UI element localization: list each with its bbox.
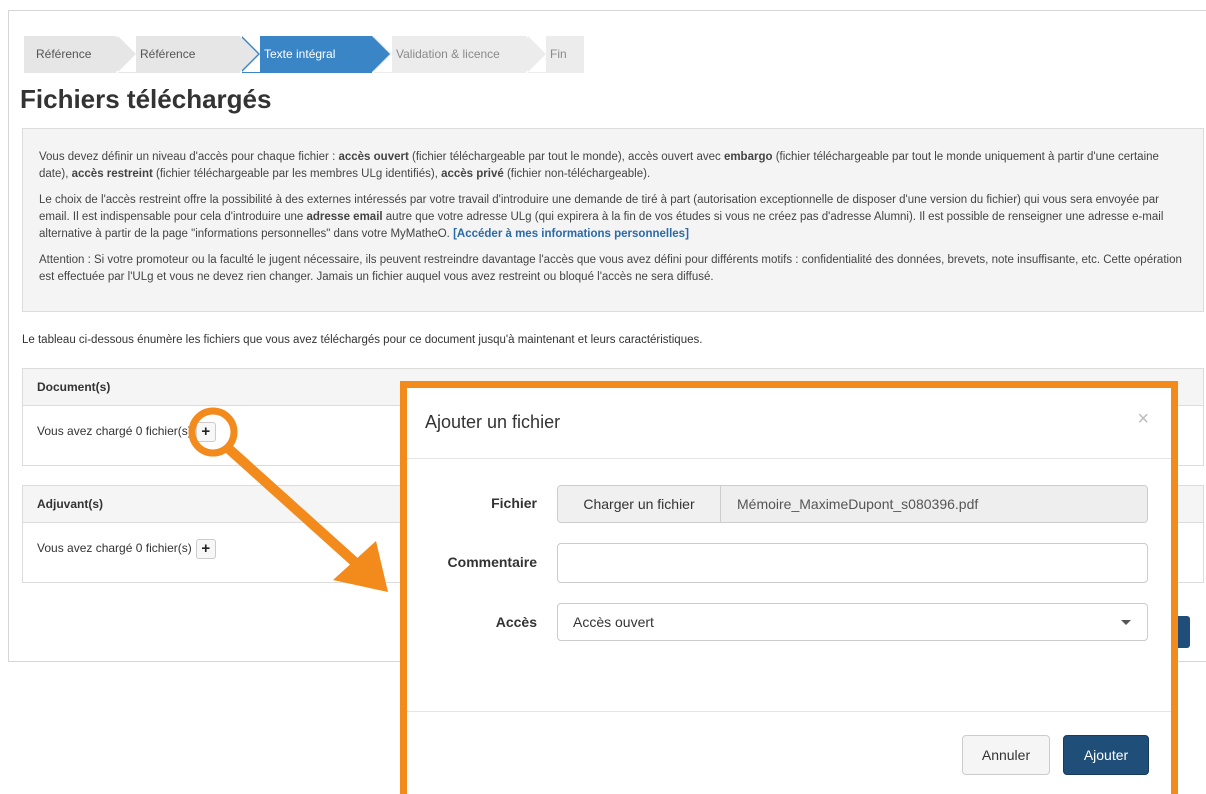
files-count-text: Vous avez chargé 0 fichier(s) [37, 541, 192, 555]
add-adjuvant-button[interactable]: + [195, 538, 216, 559]
text-bold: accès restreint [71, 168, 153, 180]
text-bold: accès ouvert [338, 151, 409, 163]
background-button[interactable] [1176, 616, 1190, 648]
files-count-text: Vous avez chargé 0 fichier(s) [37, 424, 192, 438]
info-box: Vous devez définir un niveau d'accès pou… [22, 128, 1204, 312]
step-reference-2[interactable]: Référence [118, 36, 258, 73]
text-bold: adresse email [306, 211, 383, 223]
add-button[interactable]: Ajouter [1063, 735, 1149, 775]
file-upload-group: Charger un fichier Mémoire_MaximeDupont_… [557, 485, 1148, 523]
step-label: Fin [550, 47, 567, 61]
comment-label: Commentaire [447, 554, 537, 570]
access-label: Accès [495, 614, 537, 630]
add-file-modal: Ajouter un fichier × Fichier Charger un … [400, 381, 1178, 794]
close-icon[interactable]: × [1137, 408, 1149, 431]
text: (fichier téléchargeable par tout le mond… [408, 151, 724, 163]
info-paragraph-3: Attention : Si votre promoteur ou la fac… [39, 254, 1182, 283]
chevron-down-icon [1121, 620, 1131, 625]
step-label: Texte intégral [264, 47, 336, 61]
access-selected-value: Accès ouvert [573, 614, 654, 630]
cancel-button[interactable]: Annuler [962, 735, 1050, 775]
info-paragraph-1: Vous devez définir un niveau d'accès pou… [39, 149, 1187, 183]
info-paragraph-2: Le choix de l'accès restreint offre la p… [39, 192, 1187, 243]
personal-info-link[interactable]: [Accéder à mes informations personnelles… [453, 228, 689, 240]
access-select[interactable]: Accès ouvert [557, 603, 1148, 641]
step-texte-integral[interactable]: Texte intégral [242, 36, 390, 73]
step-validation-licence[interactable]: Validation & licence [374, 36, 544, 73]
text: (fichier téléchargeable par les membres … [152, 168, 442, 180]
step-label: Référence [36, 47, 92, 61]
modal-title: Ajouter un fichier [425, 412, 561, 432]
page-title: Fichiers téléchargés [20, 84, 272, 114]
divider [407, 711, 1171, 712]
text-bold: embargo [723, 151, 773, 163]
wizard-steps: Référence Référence Texte intégral Valid… [24, 36, 586, 73]
text-bold: accès privé [441, 168, 504, 180]
step-label: Validation & licence [396, 47, 500, 61]
comment-input[interactable] [557, 543, 1148, 583]
step-reference-1[interactable]: Référence [24, 36, 134, 73]
file-label: Fichier [491, 495, 537, 511]
text: Vous devez définir un niveau d'accès pou… [39, 151, 339, 163]
file-name-field[interactable]: Mémoire_MaximeDupont_s080396.pdf [721, 486, 1147, 522]
upload-file-button[interactable]: Charger un fichier [558, 486, 721, 522]
divider [407, 458, 1171, 459]
step-label: Référence [140, 47, 196, 61]
table-intro-text: Le tableau ci-dessous énumère les fichie… [22, 334, 703, 346]
text: (fichier non-téléchargeable). [503, 168, 651, 180]
add-document-button[interactable]: + [195, 421, 216, 442]
